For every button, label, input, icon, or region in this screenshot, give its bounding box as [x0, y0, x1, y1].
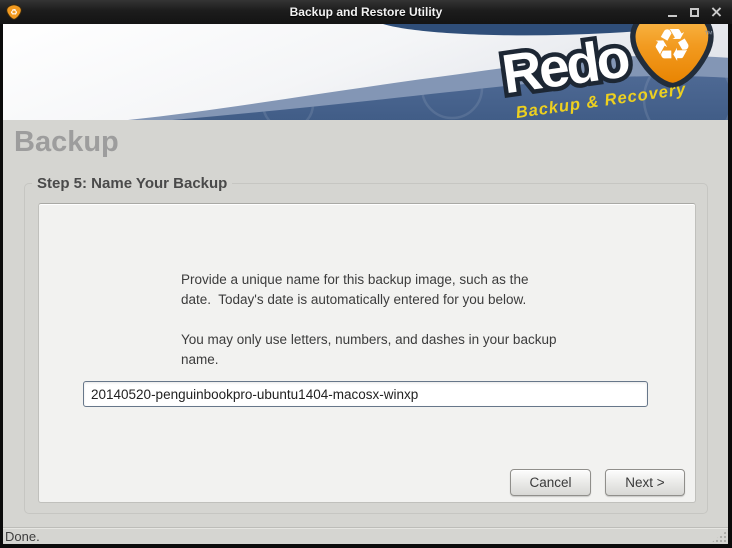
next-button[interactable]: Next >: [605, 469, 685, 496]
page-title: Backup: [14, 126, 119, 159]
content-panel: Provide a unique name for this backup im…: [38, 203, 696, 503]
step-title: Step 5: Name Your Backup: [32, 175, 232, 192]
maximize-button[interactable]: [688, 5, 701, 19]
window-border-left: [0, 24, 3, 548]
titlebar: ♻ Backup and Restore Utility ×: [0, 0, 732, 24]
window-border-right: [728, 24, 732, 548]
cancel-button[interactable]: Cancel: [510, 469, 591, 496]
instructions-line-2: You may only use letters, numbers, and d…: [181, 330, 556, 370]
window-border-bottom: [0, 544, 732, 548]
maximize-icon: [690, 8, 699, 17]
close-icon: ×: [710, 5, 723, 19]
logo-recycle-icon: ♻: [651, 24, 692, 72]
logo-trademark: ™: [704, 29, 713, 39]
backup-restore-window: ♻ Backup and Restore Utility ×: [0, 0, 732, 548]
minimize-icon: [668, 15, 677, 17]
status-text: Done.: [5, 529, 40, 544]
status-bar: Done.: [0, 527, 732, 544]
window-title: Backup and Restore Utility: [0, 5, 732, 19]
brand-banner: Redo ♻ Backup & Recovery ™: [0, 24, 732, 120]
backup-name-input[interactable]: [83, 381, 648, 407]
window-controls: ×: [666, 0, 723, 24]
minimize-button[interactable]: [666, 5, 679, 19]
close-button[interactable]: ×: [710, 5, 723, 19]
instructions-line-1: Provide a unique name for this backup im…: [181, 270, 528, 310]
